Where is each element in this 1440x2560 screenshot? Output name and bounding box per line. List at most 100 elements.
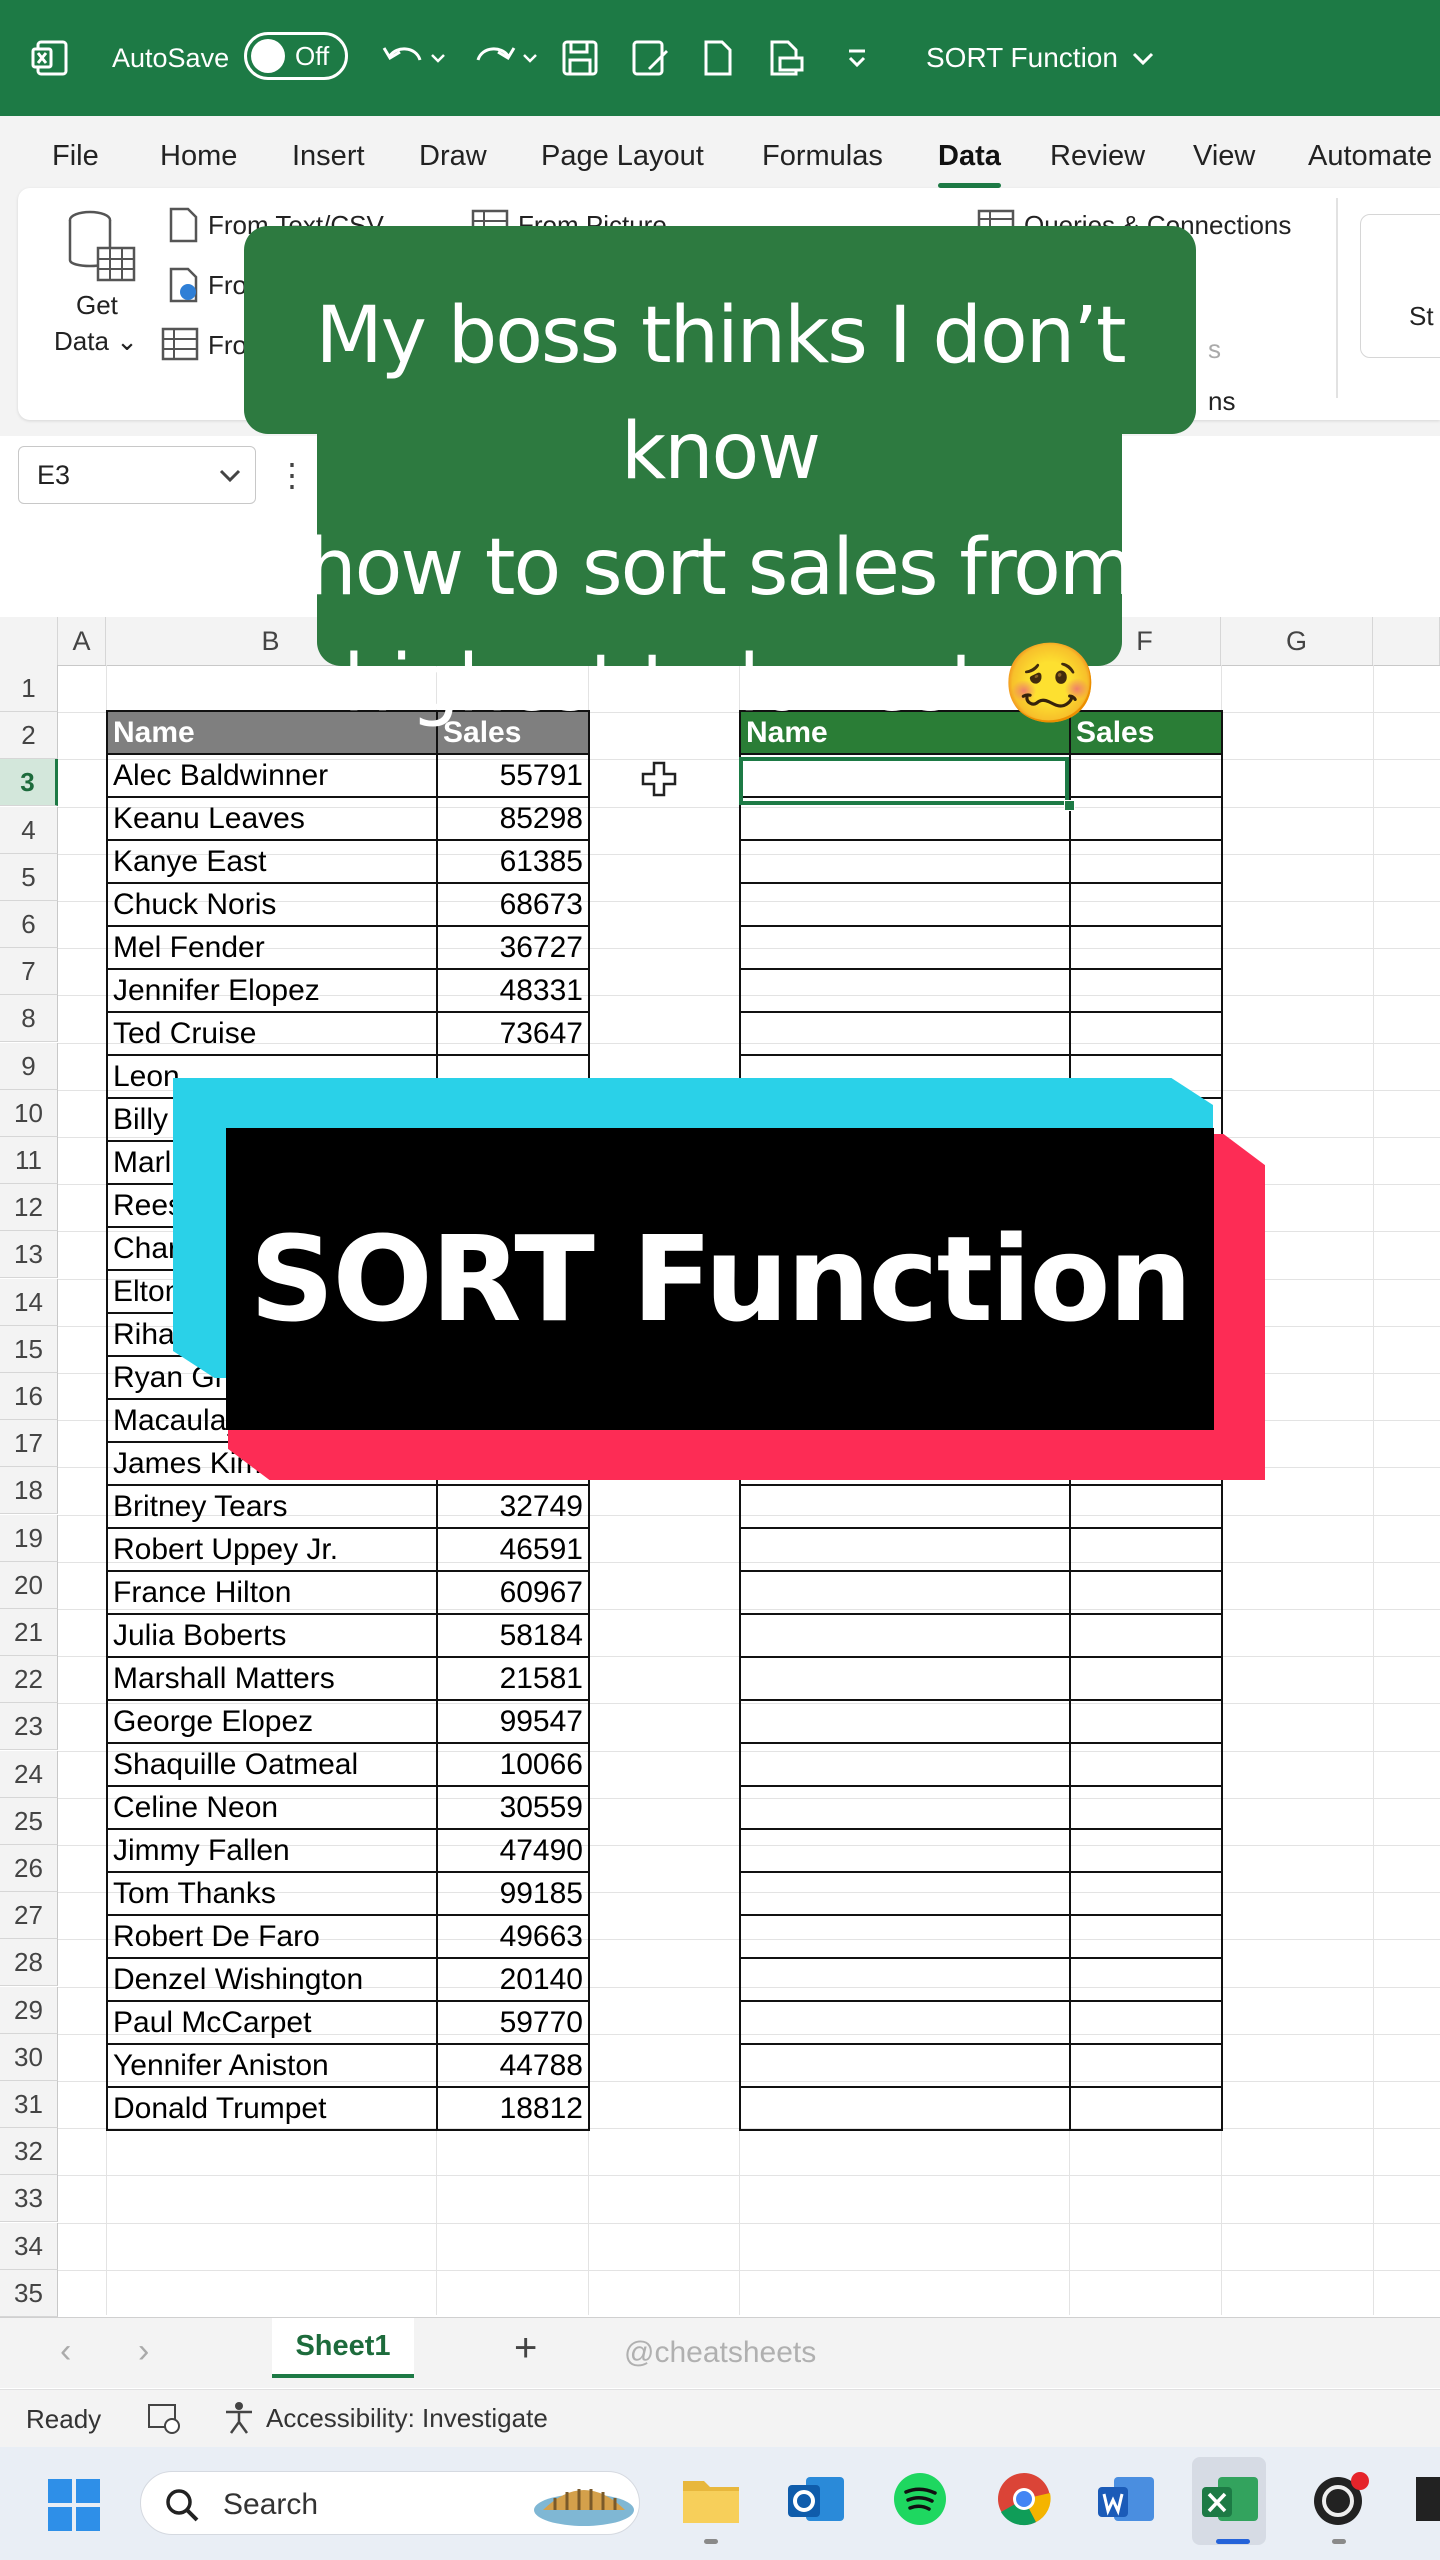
sales-cell[interactable]: [1069, 2086, 1223, 2131]
taskbar-partial-icon[interactable]: [1414, 2471, 1440, 2532]
sales-cell[interactable]: [1069, 1742, 1223, 1787]
name-cell[interactable]: [739, 1742, 1071, 1787]
obs-icon[interactable]: [1310, 2471, 1370, 2532]
name-cell[interactable]: Julia Boberts: [106, 1613, 438, 1658]
row-header[interactable]: 14: [0, 1278, 58, 1326]
row-header[interactable]: 30: [0, 2033, 58, 2081]
sales-cell[interactable]: 59770: [436, 2000, 590, 2045]
name-cell[interactable]: [739, 1656, 1071, 1701]
row-header[interactable]: 33: [0, 2175, 58, 2223]
row-header[interactable]: 32: [0, 2128, 58, 2176]
row-header[interactable]: 2: [0, 712, 58, 760]
chrome-icon[interactable]: [996, 2471, 1052, 2532]
name-cell[interactable]: [739, 1871, 1071, 1916]
row-header[interactable]: 10: [0, 1089, 58, 1137]
row-header[interactable]: 5: [0, 853, 58, 901]
name-cell[interactable]: Donald Trumpet: [106, 2086, 438, 2131]
sales-cell[interactable]: [1069, 1699, 1223, 1744]
new-document-icon[interactable]: [700, 0, 736, 116]
tab-draw[interactable]: Draw: [419, 116, 487, 196]
outlook-icon[interactable]: [786, 2471, 846, 2532]
tab-file[interactable]: File: [52, 116, 99, 196]
chevron-down-icon[interactable]: [215, 463, 245, 487]
sheet-next-icon[interactable]: ›: [138, 2332, 149, 2371]
tab-insert[interactable]: Insert: [292, 116, 365, 196]
sales-cell[interactable]: 10066: [436, 1742, 590, 1787]
row-header[interactable]: 26: [0, 1845, 58, 1892]
name-cell[interactable]: Tom Thanks: [106, 1871, 438, 1916]
name-cell[interactable]: [739, 1957, 1071, 2002]
tab-automate[interactable]: Automate: [1308, 116, 1432, 196]
get-data-icon[interactable]: [64, 208, 140, 293]
sales-cell[interactable]: 99185: [436, 1871, 590, 1916]
sales-cell[interactable]: [1069, 1484, 1223, 1529]
sales-cell[interactable]: 99547: [436, 1699, 590, 1744]
sales-cell[interactable]: 30559: [436, 1785, 590, 1830]
name-cell[interactable]: [739, 925, 1071, 970]
sales-cell[interactable]: 61385: [436, 839, 590, 884]
row-header[interactable]: 34: [0, 2222, 58, 2270]
from-web-button[interactable]: Fro: [208, 270, 247, 301]
sales-cell[interactable]: [1069, 1613, 1223, 1658]
tab-data[interactable]: Data: [938, 116, 1001, 196]
spotify-icon[interactable]: [892, 2471, 948, 2532]
autosave-toggle[interactable]: Off: [244, 32, 348, 80]
name-cell[interactable]: [739, 882, 1071, 927]
sales-cell[interactable]: 60967: [436, 1570, 590, 1615]
row-header[interactable]: 12: [0, 1184, 58, 1232]
name-cell[interactable]: Keanu Leaves: [106, 796, 438, 841]
row-header[interactable]: 6: [0, 901, 58, 948]
sales-cell[interactable]: 48331: [436, 968, 590, 1013]
excel-logo-icon[interactable]: [30, 0, 70, 116]
sales-cell[interactable]: [1069, 1914, 1223, 1959]
tab-formulas[interactable]: Formulas: [762, 116, 883, 196]
name-cell[interactable]: [739, 1914, 1071, 1959]
name-cell[interactable]: [739, 2000, 1071, 2045]
row-header[interactable]: 27: [0, 1892, 58, 1940]
name-cell[interactable]: [739, 2086, 1071, 2131]
fill-handle[interactable]: [1064, 800, 1075, 811]
sales-cell[interactable]: 20140: [436, 1957, 590, 2002]
name-cell[interactable]: Robert Uppey Jr.: [106, 1527, 438, 1572]
row-header[interactable]: 24: [0, 1750, 58, 1798]
word-icon[interactable]: [1096, 2471, 1156, 2532]
tab-view[interactable]: View: [1193, 116, 1255, 196]
sales-cell[interactable]: 44788: [436, 2043, 590, 2088]
name-cell[interactable]: Jennifer Elopez: [106, 968, 438, 1013]
tab-page-layout[interactable]: Page Layout: [541, 116, 704, 196]
name-cell[interactable]: George Elopez: [106, 1699, 438, 1744]
row-header[interactable]: 4: [0, 806, 58, 854]
accessibility-icon[interactable]: [220, 2400, 258, 2441]
sales-cell[interactable]: [1069, 1957, 1223, 2002]
name-cell[interactable]: [739, 1011, 1071, 1056]
sales-cell[interactable]: [1069, 925, 1223, 970]
name-cell[interactable]: Jimmy Fallen: [106, 1828, 438, 1873]
sales-cell[interactable]: [1069, 882, 1223, 927]
accessibility-status[interactable]: Accessibility: Investigate: [266, 2403, 548, 2434]
macro-record-icon[interactable]: [146, 2402, 182, 2441]
name-cell[interactable]: Robert De Faro: [106, 1914, 438, 1959]
row-header[interactable]: 16: [0, 1373, 58, 1420]
row-header[interactable]: 17: [0, 1420, 58, 1468]
name-cell[interactable]: [739, 1699, 1071, 1744]
undo-button[interactable]: [378, 0, 448, 116]
save-icon[interactable]: [560, 0, 600, 116]
row-header[interactable]: 7: [0, 948, 58, 996]
sales-cell[interactable]: [1069, 1570, 1223, 1615]
print-preview-icon[interactable]: [766, 0, 806, 116]
name-cell[interactable]: [739, 2043, 1071, 2088]
sales-cell[interactable]: [1069, 1785, 1223, 1830]
row-header[interactable]: 20: [0, 1561, 58, 1609]
name-cell[interactable]: Ted Cruise: [106, 1011, 438, 1056]
excel-taskbar-icon[interactable]: [1200, 2471, 1260, 2532]
from-table-button[interactable]: Fro: [208, 330, 247, 361]
sales-cell[interactable]: 49663: [436, 1914, 590, 1959]
row-header[interactable]: 3: [0, 759, 58, 807]
row-header[interactable]: 29: [0, 1986, 58, 2034]
name-cell[interactable]: France Hilton: [106, 1570, 438, 1615]
name-cell[interactable]: Kanye East: [106, 839, 438, 884]
name-cell[interactable]: [739, 1527, 1071, 1572]
sales-cell[interactable]: 32749: [436, 1484, 590, 1529]
sheet-prev-icon[interactable]: ‹: [60, 2332, 71, 2371]
name-cell[interactable]: Alec Baldwinner: [106, 753, 438, 798]
